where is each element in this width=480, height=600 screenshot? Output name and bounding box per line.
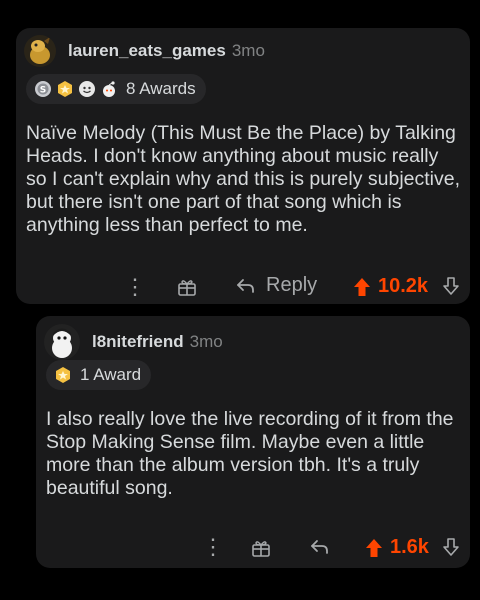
gift-icon: [252, 541, 270, 557]
downvote-button[interactable]: [442, 537, 460, 557]
vote-count: 1.6k: [390, 536, 429, 558]
awards-count: 8 Awards: [126, 79, 196, 98]
more-options-button[interactable]: ⋮: [202, 534, 224, 560]
upvote-button[interactable]: 1.6k: [364, 536, 429, 559]
reply-button[interactable]: Reply: [234, 274, 317, 297]
comment-card-reply: l8nitefriend 3mo 1 Award I also really l…: [36, 316, 470, 568]
comment-age: 3mo: [189, 332, 223, 351]
downvote-arrow-icon: [443, 277, 459, 295]
reply-button[interactable]: [308, 536, 330, 558]
helpful-award-icon: [100, 80, 118, 98]
give-award-button[interactable]: [250, 537, 272, 559]
gift-icon: [178, 280, 196, 296]
comment-card-parent: lauren_eats_games 3mo S 8 Awards Naïve M…: [16, 28, 470, 304]
more-icon: ⋮: [124, 274, 146, 299]
comment-body: Naïve Melody (This Must Be the Place) by…: [26, 122, 461, 236]
snoo-avatar-icon: [52, 328, 72, 358]
username[interactable]: l8nitefriend: [92, 332, 184, 352]
user-avatar[interactable]: [44, 324, 80, 360]
comment-header: lauren_eats_games 3mo: [24, 34, 265, 68]
svg-text:S: S: [40, 86, 46, 96]
more-options-button[interactable]: ⋮: [124, 274, 146, 300]
upvote-button[interactable]: 10.2k: [352, 275, 428, 298]
downvote-arrow-icon: [443, 538, 459, 556]
more-icon: ⋮: [202, 534, 224, 559]
reply-arrow-icon: [311, 540, 328, 554]
vote-count: 10.2k: [378, 275, 429, 297]
upvote-arrow-icon: [366, 538, 382, 557]
silver-award-icon: S: [34, 80, 52, 98]
gold-award-icon: [54, 366, 72, 384]
awards-pill[interactable]: 1 Award: [46, 360, 152, 390]
reply-arrow-icon: [237, 278, 254, 293]
comment-header: l8nitefriend 3mo: [44, 324, 223, 360]
snoo-avatar-icon: [30, 37, 50, 64]
downvote-button[interactable]: [442, 276, 460, 296]
username[interactable]: lauren_eats_games: [68, 41, 226, 61]
awards-count: 1 Award: [80, 365, 142, 384]
awards-pill[interactable]: S 8 Awards: [26, 74, 206, 104]
wholesome-award-icon: [78, 80, 96, 98]
comment-body: I also really love the live recording of…: [46, 408, 454, 499]
comment-age: 3mo: [231, 41, 265, 60]
upvote-arrow-icon: [354, 277, 370, 296]
gold-award-icon: [56, 80, 74, 98]
give-award-button[interactable]: [176, 276, 198, 298]
reply-label: Reply: [266, 274, 318, 296]
user-avatar[interactable]: [24, 35, 56, 67]
